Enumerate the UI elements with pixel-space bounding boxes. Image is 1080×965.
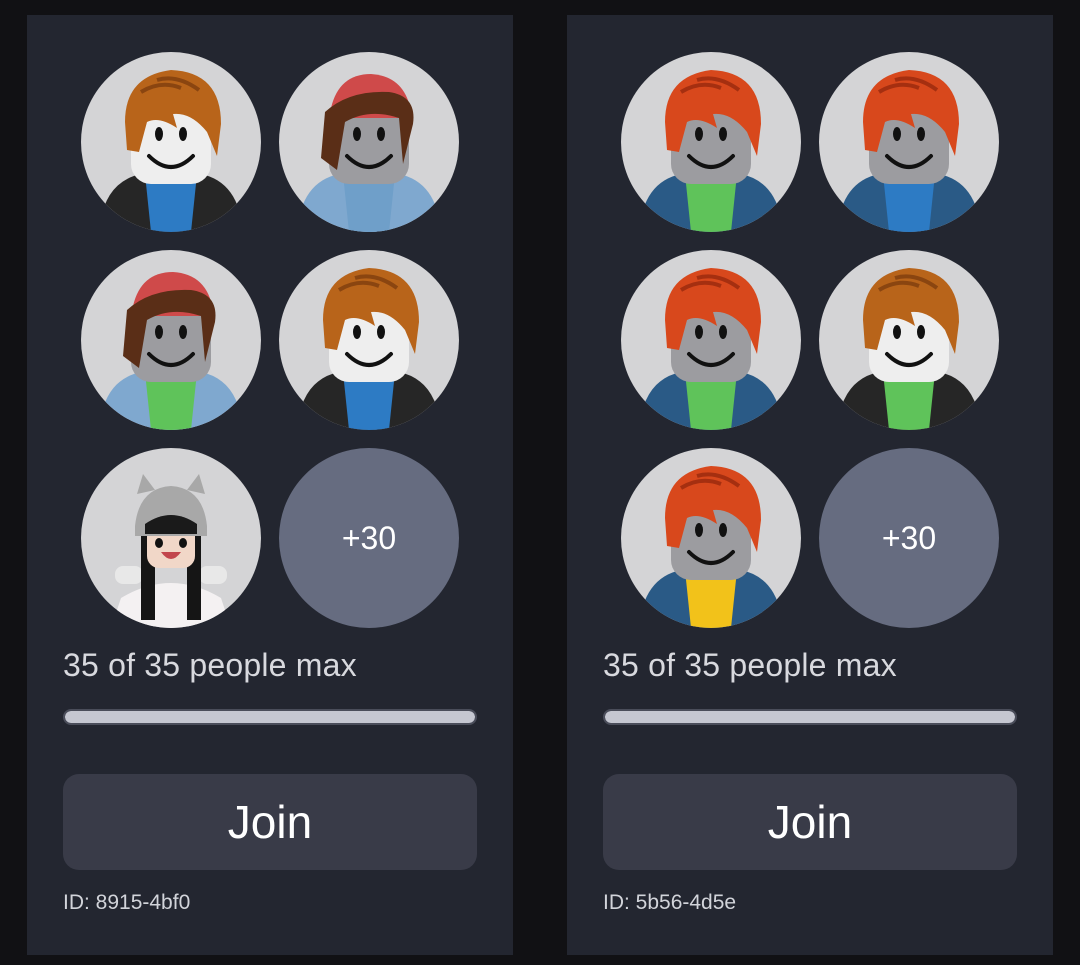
avatar-image [837,268,981,430]
avatar-image [639,466,783,628]
avatar-image [639,268,783,430]
capacity-text: 35 of 35 people max [603,647,897,683]
avatar-image [99,272,243,430]
capacity-progress-fill [65,711,475,723]
player-avatar[interactable] [81,448,261,628]
avatar-image [99,70,243,232]
player-avatar[interactable] [621,52,801,232]
player-avatar[interactable] [819,52,999,232]
capacity-text: 35 of 35 people max [63,647,357,683]
more-players-count: +30 [341,519,397,556]
avatar-image [111,474,231,628]
server-card: +30 35 of 35 people max Join ID: 8915-4b… [27,15,513,955]
avatar-image [297,268,441,430]
avatar-image [837,70,981,232]
player-avatar[interactable] [279,52,459,232]
server-id: ID: 8915-4bf0 [63,891,191,914]
capacity-progress-fill [605,711,1015,723]
more-players-count: +30 [881,519,937,556]
player-avatar[interactable] [621,250,801,430]
player-avatar[interactable] [81,52,261,232]
join-button[interactable]: Join [603,774,1017,870]
player-avatar[interactable] [621,448,801,628]
more-players-badge: +30 [279,448,459,628]
server-id: ID: 5b56-4d5e [603,891,737,914]
player-avatar[interactable] [81,250,261,430]
capacity-progress-bar [63,709,477,725]
player-avatar-grid: +30 [621,52,999,628]
avatar-image [639,70,783,232]
join-button[interactable]: Join [63,774,477,870]
player-avatar[interactable] [279,250,459,430]
player-avatar[interactable] [819,250,999,430]
player-avatar-grid: +30 [81,52,459,628]
more-players-badge: +30 [819,448,999,628]
avatar-image [297,74,441,232]
capacity-progress-bar [603,709,1017,725]
server-card: +30 35 of 35 people max Join ID: 5b56-4d… [567,15,1053,955]
server-list: +30 35 of 35 people max Join ID: 8915-4b… [0,0,1080,965]
